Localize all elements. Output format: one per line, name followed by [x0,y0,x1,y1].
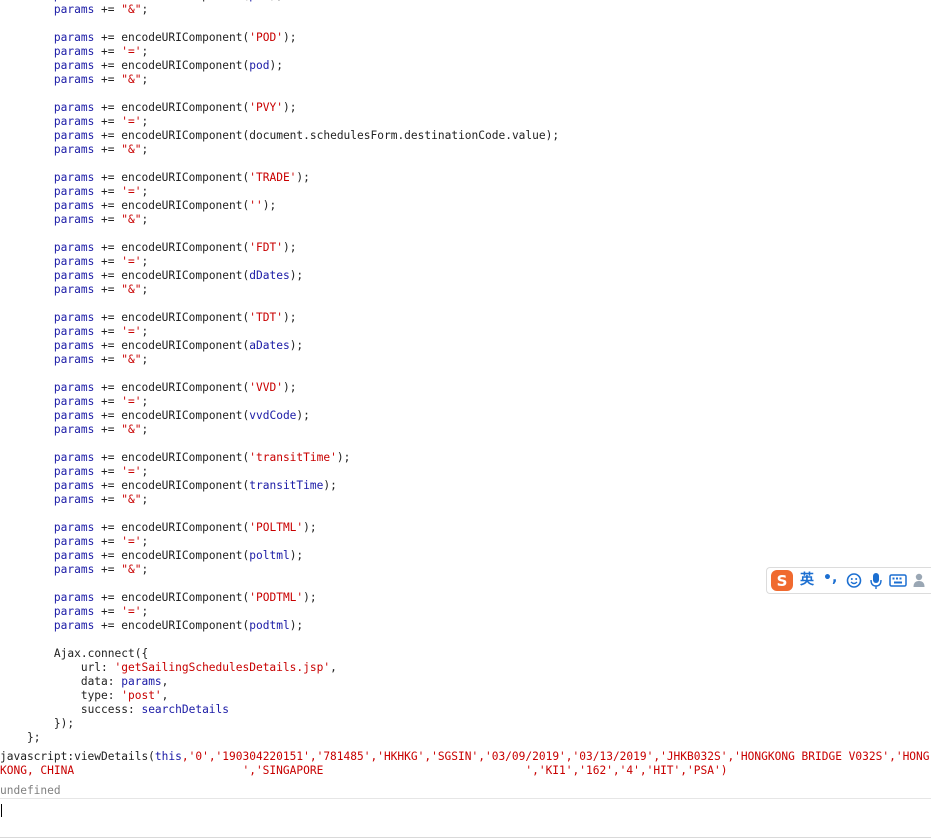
code-line: Ajax.connect({ [53,647,149,660]
code-line: success: searchDetails [80,703,230,716]
code-line: params += '='; [53,325,149,338]
code-line: params += "&"; [53,283,149,296]
code-line: params += '='; [53,255,149,268]
devtools-console: params += encodeURIComponent(pol); param… [0,0,931,839]
code-line: params += encodeURIComponent('POLTML'); [53,521,317,534]
code-line: params += encodeURIComponent(dDates); [53,269,304,282]
code-line: params += encodeURIComponent('VVD'); [53,381,297,394]
microphone-icon[interactable] [867,568,885,593]
code-line: params += encodeURIComponent('TRADE'); [53,171,310,184]
result-this-keyword: this [154,750,182,763]
user-icon[interactable] [911,568,929,593]
code-line: params += encodeURIComponent(pod); [53,59,283,72]
code-line: params += "&"; [53,353,149,366]
code-line: params += "&"; [53,213,149,226]
code-line: params += encodeURIComponent(''); [53,199,277,212]
code-line: type: 'post', [80,689,169,702]
code-line: params += "&"; [53,73,149,86]
code-line: }; [26,731,41,744]
language-toggle[interactable]: 英 [800,571,814,596]
code-line: params += "&"; [53,3,149,16]
svg-text:S: S [777,572,788,590]
console-separator [0,798,931,799]
code-line: params += "&"; [53,563,149,576]
code-line: params += "&"; [53,423,149,436]
punctuation-toggle[interactable]: •, [823,569,837,594]
code-line: data: params, [80,675,169,688]
code-line: params += encodeURIComponent('transitTim… [53,451,351,464]
code-line: params += encodeURIComponent('PODTML'); [53,591,317,604]
code-line: params += encodeURIComponent('TDT'); [53,311,297,324]
code-line: url: 'getSailingSchedulesDetails.jsp', [80,661,337,674]
code-line: params += "&"; [53,143,149,156]
code-line: params += '='; [53,45,149,58]
code-line: params += '='; [53,185,149,198]
text-caret [1,804,2,817]
code-line: params += '='; [53,395,149,408]
code-line: params += encodeURIComponent('FDT'); [53,241,297,254]
code-line: params += encodeURIComponent(aDates); [53,339,304,352]
console-result-line[interactable]: javascript:viewDetails(this,'0','1903042… [0,750,931,778]
code-line: params += encodeURIComponent(podtml); [53,619,304,632]
code-line: params += encodeURIComponent(transitTime… [53,479,337,492]
code-line: params += "&"; [53,493,149,506]
emoji-face-icon[interactable] [845,568,863,593]
code-line: }); [53,717,75,730]
code-line: params += '='; [53,535,149,548]
sogou-s-icon[interactable]: S [769,568,795,593]
code-line: params += encodeURIComponent('PVY'); [53,101,297,114]
code-line: params += '='; [53,115,149,128]
keyboard-icon[interactable] [888,568,907,593]
ime-toolbar[interactable]: S 英 •, [766,567,931,594]
result-prefix: javascript:viewDetails( [0,750,155,763]
code-line: params += encodeURIComponent(document.sc… [53,129,560,142]
code-line: params += encodeURIComponent(poltml); [53,549,304,562]
code-line: params += encodeURIComponent(vvdCode); [53,409,310,422]
code-line: params += '='; [53,465,149,478]
code-line: params += '='; [53,605,149,618]
console-input-prompt[interactable] [0,800,931,838]
code-line: params += encodeURIComponent('POD'); [53,31,297,44]
return-value: undefined [0,784,61,797]
